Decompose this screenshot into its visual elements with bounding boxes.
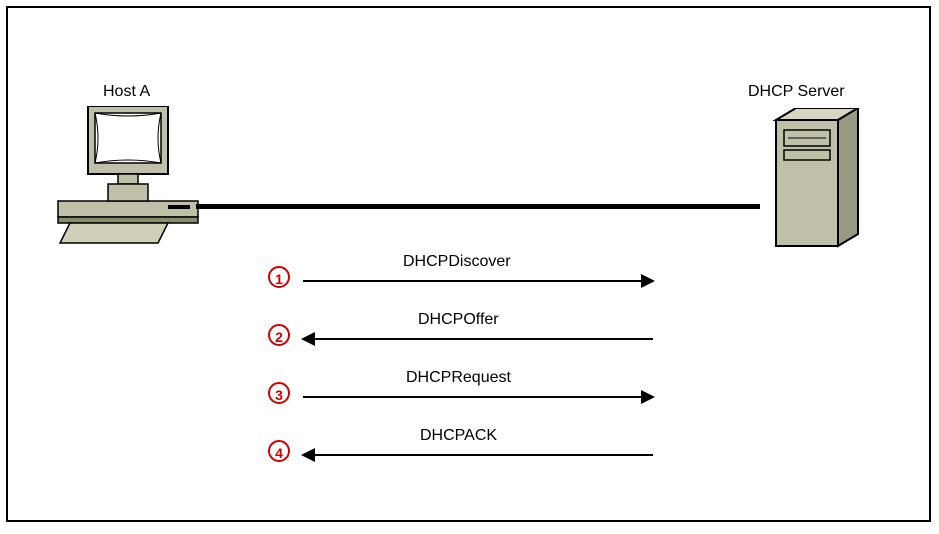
connection-wire: [196, 204, 760, 209]
step-1-number: 1: [268, 266, 290, 288]
step-4-number: 4: [268, 440, 290, 462]
step-2-number: 2: [268, 324, 290, 346]
server-label: DHCP Server: [748, 83, 845, 101]
step-1-label: DHCPDiscover: [403, 253, 511, 271]
server-icon: [758, 108, 868, 258]
host-label: Host A: [103, 83, 150, 101]
step-3-number: 3: [268, 382, 290, 404]
step-1-arrow: [303, 280, 653, 282]
step-4-label: DHCPACK: [420, 427, 497, 445]
step-3-label: DHCPRequest: [406, 369, 511, 387]
step-2-label: DHCPOffer: [418, 311, 499, 329]
step-3-arrow: [303, 396, 653, 398]
computer-icon: [48, 106, 208, 246]
step-2-arrow: [303, 338, 653, 340]
step-4-arrow: [303, 454, 653, 456]
diagram-frame: Host A DHCP Server 1: [6, 6, 931, 522]
